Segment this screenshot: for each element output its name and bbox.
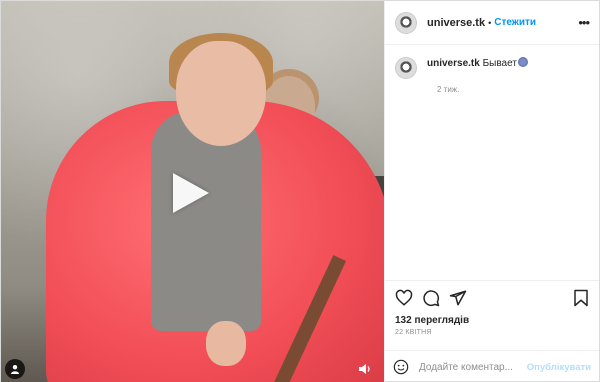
emoji-icon (517, 57, 528, 67)
user-tag-icon[interactable] (5, 359, 25, 379)
publish-button[interactable]: Опублікувати (527, 362, 591, 373)
share-icon[interactable] (449, 289, 467, 307)
caption: universe.tk Бывает (395, 57, 589, 79)
separator-dot: • (488, 17, 492, 28)
action-bar: 132 переглядів 22 КВІТНЯ (385, 280, 599, 350)
smile-icon[interactable] (393, 359, 409, 375)
comment-form: Опублікувати (385, 350, 599, 382)
caption-avatar[interactable] (395, 57, 417, 79)
username-link[interactable]: universe.tk (427, 17, 485, 29)
heart-icon[interactable] (395, 289, 413, 307)
play-icon[interactable] (173, 173, 209, 213)
caption-text: Бывает (479, 58, 517, 69)
caption-username[interactable]: universe.tk (427, 58, 480, 69)
sound-icon[interactable] (356, 361, 374, 377)
post-side-panel: universe.tk • Стежити ••• universe.tk Бы… (384, 1, 599, 382)
comment-icon[interactable] (422, 289, 440, 307)
comment-input[interactable] (419, 361, 523, 373)
post-header: universe.tk • Стежити ••• (385, 1, 599, 45)
video-player[interactable] (1, 1, 384, 382)
avatar[interactable] (395, 11, 417, 34)
post-date: 22 КВІТНЯ (395, 329, 432, 336)
caption-time[interactable]: 2 тиж. (437, 85, 589, 94)
view-count[interactable]: 132 переглядів (395, 315, 589, 326)
bookmark-icon[interactable] (573, 289, 589, 307)
follow-button[interactable]: Стежити (494, 17, 536, 28)
instagram-post-modal: universe.tk • Стежити ••• universe.tk Бы… (0, 0, 600, 382)
more-options-icon[interactable]: ••• (578, 15, 590, 30)
comments-area: universe.tk Бывает 2 тиж. (385, 45, 599, 280)
